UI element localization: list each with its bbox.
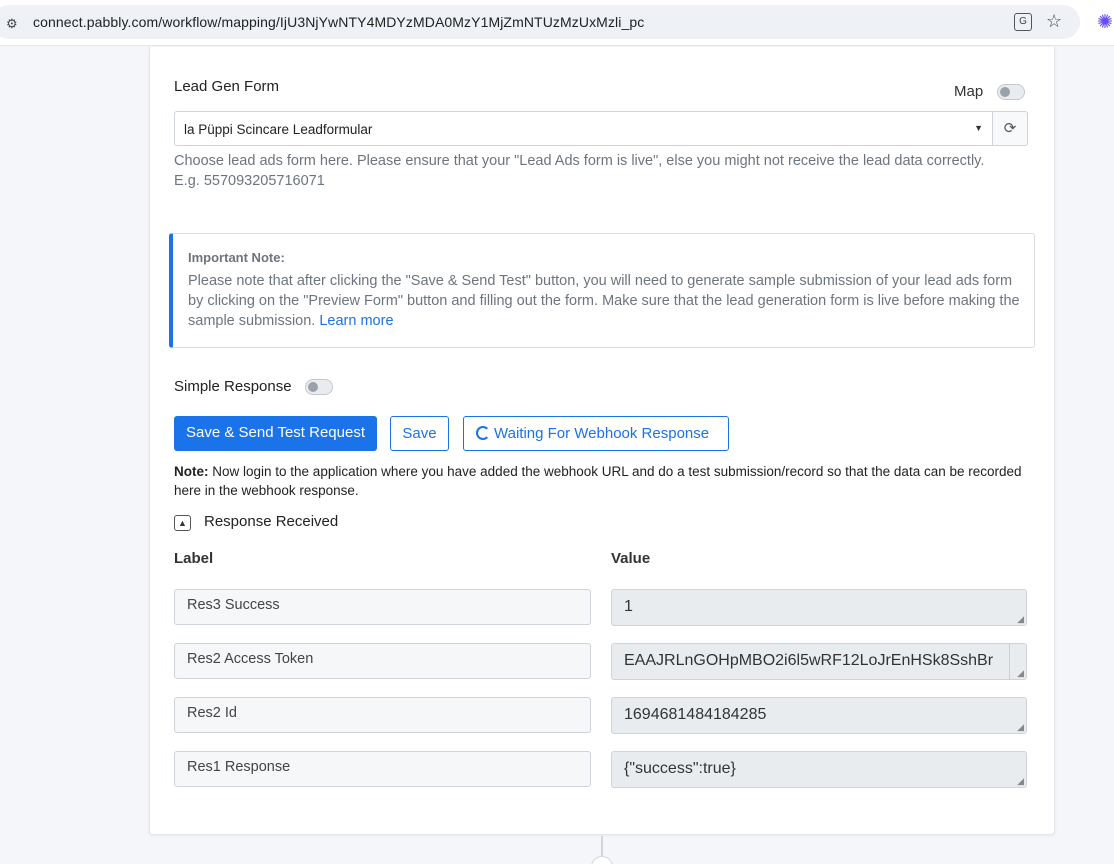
waiting-webhook-button[interactable]: Waiting For Webhook Response [463, 416, 729, 451]
response-label-field[interactable]: Res3 Success [174, 589, 591, 625]
response-value-field[interactable]: {"success":true} ◢ [611, 751, 1027, 788]
lead-form-select[interactable]: la Püppi Scincare Leadformular ▼ [174, 111, 993, 146]
response-label-field[interactable]: Res2 Id [174, 697, 591, 733]
response-value-field[interactable]: EAAJRLnGOHpMBO2i6l5wRF12LoJrEnHSk8SshBr … [611, 643, 1027, 680]
response-value-text: 1 [624, 598, 633, 615]
important-note-box: Important Note: Please note that after c… [169, 233, 1035, 348]
response-label-field[interactable]: Res1 Response [174, 751, 591, 787]
webhook-note: Note: Now login to the application where… [174, 462, 1044, 500]
simple-response-toggle[interactable] [305, 379, 333, 395]
value-column-header: Value [611, 550, 651, 567]
waiting-webhook-label: Waiting For Webhook Response [494, 425, 710, 442]
map-label: Map [954, 83, 984, 100]
refresh-button[interactable]: ⟳ [992, 111, 1028, 146]
url-text[interactable]: connect.pabbly.com/workflow/mapping/IjU3… [33, 14, 644, 30]
response-value-text: 1694681484184285 [624, 706, 767, 723]
spinner-icon [476, 426, 490, 440]
important-note-body: Please note that after clicking the "Sav… [188, 271, 1028, 331]
resize-grip-icon[interactable]: ◢ [1017, 777, 1024, 786]
response-value-field[interactable]: 1694681484184285 ◢ [611, 697, 1027, 734]
chevron-up-icon[interactable]: ▲ [174, 515, 191, 531]
response-value-text: EAAJRLnGOHpMBO2i6l5wRF12LoJrEnHSk8SshBr [624, 652, 994, 669]
lead-form-selected-value: la Püppi Scincare Leadformular [184, 122, 373, 137]
save-send-test-button[interactable]: Save & Send Test Request [174, 416, 377, 451]
important-note-text: Please note that after clicking the "Sav… [188, 273, 1020, 329]
response-label-field[interactable]: Res2 Access Token [174, 643, 591, 679]
add-step-node[interactable] [591, 856, 613, 864]
save-button[interactable]: Save [390, 416, 449, 451]
response-received-title: Response Received [204, 513, 339, 530]
textarea-scrollbar[interactable] [1009, 644, 1010, 679]
map-toggle[interactable] [997, 84, 1025, 100]
translate-icon[interactable]: G [1014, 13, 1032, 31]
lead-gen-form-label: Lead Gen Form [174, 78, 280, 95]
response-value-text: {"success":true} [624, 760, 736, 777]
browser-address-bar: ⚙ connect.pabbly.com/workflow/mapping/Ij… [0, 0, 1114, 46]
tune-icon[interactable]: ⚙ [6, 16, 18, 32]
response-value-field[interactable]: 1 ◢ [611, 589, 1027, 626]
resize-grip-icon[interactable]: ◢ [1017, 669, 1024, 678]
extension-icon[interactable]: ✺ [1097, 11, 1113, 34]
learn-more-link[interactable]: Learn more [319, 313, 393, 329]
important-note-title: Important Note: [188, 250, 285, 265]
caret-down-icon: ▼ [974, 123, 983, 133]
simple-response-label: Simple Response [174, 378, 292, 395]
resize-grip-icon[interactable]: ◢ [1017, 615, 1024, 624]
refresh-icon: ⟳ [1003, 120, 1017, 137]
label-column-header: Label [174, 550, 214, 567]
webhook-note-text: Now login to the application where you h… [174, 464, 1022, 498]
webhook-note-prefix: Note: [174, 464, 209, 479]
star-icon[interactable]: ☆ [1046, 11, 1062, 32]
resize-grip-icon[interactable]: ◢ [1017, 723, 1024, 732]
lead-form-help-text: Choose lead ads form here. Please ensure… [174, 153, 985, 189]
